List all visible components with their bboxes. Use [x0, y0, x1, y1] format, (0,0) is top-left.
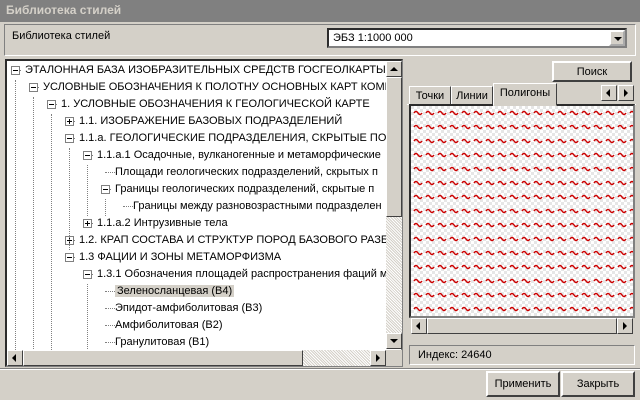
tree-node[interactable]: Площади геологических подразделений, скр…	[115, 165, 378, 179]
tree-node[interactable]: Гранулитовая (В1)	[115, 335, 209, 349]
tree-node[interactable]: 1.1.а.2 Интрузивные тела	[97, 216, 228, 230]
tree-node-label: 1.3 ФАЦИИ И ЗОНЫ МЕТАМОРФИЗМА	[79, 251, 282, 263]
arrow-right-icon	[624, 89, 628, 97]
tree-scroll-down-button[interactable]	[386, 333, 402, 349]
arrow-down-icon	[390, 339, 398, 343]
tree-connector	[105, 199, 107, 216]
search-button[interactable]: Поиск	[552, 61, 632, 82]
library-combo-dropdown-button[interactable]	[609, 30, 625, 46]
tree-node-label: 1.1.а.1 Осадочные, вулканогенные и метам…	[97, 149, 381, 161]
collapse-minus-icon[interactable]	[65, 134, 74, 143]
style-tree[interactable]: ЭТАЛОННАЯ БАЗА ИЗОБРАЗИТЕЛЬНЫХ СРЕДСТВ Г…	[5, 59, 403, 367]
apply-button[interactable]: Применить	[486, 371, 560, 397]
preview-scroll-left-button[interactable]	[411, 318, 427, 334]
arrow-up-icon	[390, 67, 398, 71]
tree-node-label: Амфиболитовая (В2)	[115, 319, 223, 331]
arrow-right-icon	[623, 322, 627, 330]
tree-node-label: Гранулитовая (В1)	[115, 336, 210, 348]
tree-node[interactable]: 1.1.а.1 Осадочные, вулканогенные и метам…	[97, 148, 381, 162]
tree-scroll-left-button[interactable]	[7, 350, 23, 366]
tree-node-label: 1.1. ИЗОБРАЖЕНИЕ БАЗОВЫХ ПОДРАЗДЕЛЕНИЙ	[79, 115, 343, 127]
tab-scroll-left-button[interactable]	[601, 85, 617, 101]
collapse-minus-icon[interactable]	[83, 151, 92, 160]
library-combo-value: ЭБЗ 1:1000 000	[333, 32, 413, 44]
scroll-corner	[386, 350, 402, 366]
tree-node-label: 1.1.а.2 Интрузивные тела	[97, 217, 228, 229]
tree-connector	[69, 148, 71, 250]
tree-connector	[51, 114, 53, 352]
tree-node-label: 1.3.1 Обозначения площадей распространен…	[97, 268, 388, 280]
tree-node[interactable]: 1.3 ФАЦИИ И ЗОНЫ МЕТАМОРФИЗМА	[79, 250, 281, 264]
tree-node-label: 1.2. КРАП СОСТАВА И СТРУКТУР ПОРОД БАЗОВ…	[79, 234, 403, 246]
preview-hscroll-thumb[interactable]	[427, 318, 617, 334]
tree-node[interactable]: 1.1.а. ГЕОЛОГИЧЕСКИЕ ПОДРАЗДЕЛЕНИЯ, СКРЫ…	[79, 131, 403, 145]
library-combo[interactable]: ЭБЗ 1:1000 000	[327, 28, 627, 48]
tab-polygons[interactable]: Полигоны	[493, 83, 557, 106]
arrow-right-icon	[376, 354, 380, 362]
polygon-style-preview	[409, 104, 635, 318]
tree-node[interactable]: ЭТАЛОННАЯ БАЗА ИЗОБРАЗИТЕЛЬНЫХ СРЕДСТВ Г…	[25, 63, 403, 77]
collapse-minus-icon[interactable]	[83, 270, 92, 279]
tree-node-label: Эпидот-амфиболитовая (В3)	[115, 302, 263, 314]
collapse-minus-icon[interactable]	[65, 253, 74, 262]
footer-divider-highlight	[0, 369, 640, 370]
tree-node[interactable]: Амфиболитовая (В2)	[115, 318, 223, 332]
tree-node[interactable]: УСЛОВНЫЕ ОБОЗНАЧЕНИЯ К ПОЛОТНУ ОСНОВНЫХ …	[43, 80, 403, 94]
tab-lines[interactable]: Линии	[451, 86, 493, 106]
tree-node-label: Границы геологических подразделений, скр…	[115, 183, 375, 195]
tree-node[interactable]: Границы между разновозрастными подраздел…	[133, 199, 382, 213]
arrow-left-icon	[416, 322, 420, 330]
tree-scroll-right-button[interactable]	[370, 350, 386, 366]
title-bar: Библиотека стилей	[0, 0, 640, 22]
tree-scroll-up-button[interactable]	[386, 61, 402, 77]
index-text: Индекс: 24640	[418, 349, 492, 361]
collapse-minus-icon[interactable]	[29, 83, 38, 92]
tree-node[interactable]: 1.2. КРАП СОСТАВА И СТРУКТУР ПОРОД БАЗОВ…	[79, 233, 403, 247]
collapse-minus-icon[interactable]	[47, 100, 56, 109]
tree-node[interactable]: 1.1. ИЗОБРАЖЕНИЕ БАЗОВЫХ ПОДРАЗДЕЛЕНИЙ	[79, 114, 342, 128]
chevron-down-icon	[614, 37, 622, 41]
tree-node-label: 1.1.а. ГЕОЛОГИЧЕСКИЕ ПОДРАЗДЕЛЕНИЯ, СКРЫ…	[79, 132, 403, 144]
tree-node-label: Зеленосланцевая (В4)	[115, 285, 235, 297]
collapse-minus-icon[interactable]	[101, 185, 110, 194]
polygon-pattern	[411, 106, 633, 316]
tab-points[interactable]: Точки	[409, 86, 451, 106]
expand-plus-icon[interactable]	[65, 117, 74, 126]
tree-node[interactable]: Эпидот-амфиболитовая (В3)	[115, 301, 262, 315]
close-button[interactable]: Закрыть	[561, 371, 635, 397]
tree-node-label: Границы между разновозрастными подраздел…	[133, 200, 382, 212]
tree-node-label: ЭТАЛОННАЯ БАЗА ИЗОБРАЗИТЕЛЬНЫХ СРЕДСТВ Г…	[25, 64, 403, 76]
tree-hscroll-thumb[interactable]	[23, 350, 303, 366]
arrow-left-icon	[606, 89, 610, 97]
arrow-left-icon	[12, 354, 16, 362]
tree-node-label: Площади геологических подразделений, скр…	[115, 166, 378, 178]
tree-connector	[33, 97, 35, 365]
tree-connector	[15, 80, 17, 365]
library-label: Библиотека стилей	[12, 30, 111, 42]
tree-node[interactable]: Границы геологических подразделений, скр…	[115, 182, 374, 196]
tree-connector	[87, 165, 89, 216]
expand-plus-icon[interactable]	[83, 219, 92, 228]
tree-vscroll-thumb[interactable]	[386, 77, 402, 217]
index-status: Индекс: 24640	[409, 345, 635, 365]
tree-node-label: УСЛОВНЫЕ ОБОЗНАЧЕНИЯ К ПОЛОТНУ ОСНОВНЫХ …	[43, 81, 403, 93]
window-title: Библиотека стилей	[6, 3, 122, 17]
preview-scroll-right-button[interactable]	[617, 318, 633, 334]
tree-node-label: 1. УСЛОВНЫЕ ОБОЗНАЧЕНИЯ К ГЕОЛОГИЧЕСКОЙ …	[61, 98, 370, 110]
tree-node[interactable]: Зеленосланцевая (В4)	[115, 284, 235, 298]
tab-scroll-right-button[interactable]	[618, 85, 634, 101]
tree-node[interactable]: 1.3.1 Обозначения площадей распространен…	[97, 267, 387, 281]
collapse-minus-icon[interactable]	[11, 66, 20, 75]
tree-node[interactable]: 1. УСЛОВНЫЕ ОБОЗНАЧЕНИЯ К ГЕОЛОГИЧЕСКОЙ …	[61, 97, 370, 111]
